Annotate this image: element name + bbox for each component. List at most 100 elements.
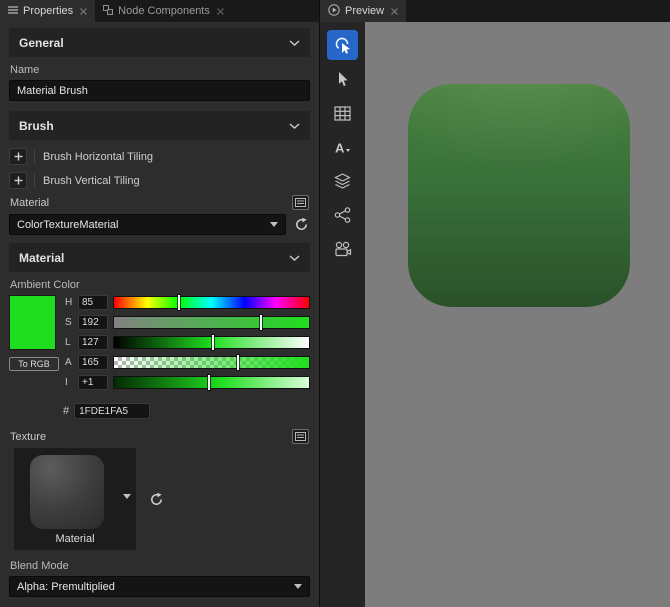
section-header-general[interactable]: General [9, 28, 310, 57]
revert-icon[interactable] [292, 216, 310, 234]
blend-mode-label: Blend Mode [10, 560, 69, 572]
intensity-value-input[interactable] [78, 375, 108, 390]
slider-marker[interactable] [260, 315, 263, 330]
hue-channel-row: H [65, 295, 310, 310]
revert-icon[interactable] [147, 490, 165, 508]
intensity-slider[interactable] [113, 375, 310, 390]
color-swatch[interactable] [9, 295, 56, 350]
divider [34, 174, 35, 187]
node-graph-icon [334, 207, 351, 223]
camera-icon [334, 241, 352, 257]
chevron-down-icon [294, 584, 302, 589]
layers-tool-button[interactable] [327, 166, 358, 196]
select-tool-button[interactable] [327, 64, 358, 94]
texture-name-label: Material [55, 533, 95, 545]
tab-node-components[interactable]: Node Components [95, 0, 232, 22]
tab-properties[interactable]: Properties [0, 0, 96, 22]
interact-tool-button[interactable] [327, 30, 358, 60]
material-dropdown-value: ColorTextureMaterial [17, 218, 119, 231]
brush-horizontal-tiling-label: Brush Horizontal Tiling [43, 150, 154, 163]
grid-icon [334, 105, 351, 121]
saturation-value-input[interactable] [78, 315, 108, 330]
hue-value-input[interactable] [78, 295, 108, 310]
svg-text:A: A [335, 140, 345, 155]
lightness-slider[interactable] [113, 335, 310, 350]
tab-properties-label: Properties [23, 5, 74, 17]
texture-label: Texture [10, 430, 47, 443]
tab-preview[interactable]: Preview [320, 0, 407, 22]
brush-horizontal-tiling-row: Brush Horizontal Tiling [9, 147, 310, 166]
hex-color-input[interactable] [74, 403, 151, 419]
section-header-material[interactable]: Material [9, 243, 310, 272]
material-dropdown[interactable]: ColorTextureMaterial [9, 214, 286, 235]
slider-marker[interactable] [178, 295, 181, 310]
open-editor-icon[interactable] [292, 429, 309, 444]
lightness-value-input[interactable] [78, 335, 108, 350]
open-editor-icon[interactable] [292, 195, 309, 210]
right-tabbar: Preview [320, 0, 670, 22]
channel-key: S [65, 317, 72, 328]
preview-pane: Preview A [320, 0, 670, 607]
interact-tool-icon [333, 35, 353, 55]
section-title: Brush [19, 118, 54, 133]
app-window: Properties Node Components General Name … [0, 0, 670, 607]
close-icon[interactable] [80, 7, 88, 15]
name-input[interactable] [9, 80, 310, 101]
alpha-value-input[interactable] [78, 355, 108, 370]
texture-thumbnail[interactable] [30, 455, 104, 529]
properties-pane: Properties Node Components General Name … [0, 0, 320, 607]
section-title: General [19, 35, 64, 50]
slider-marker[interactable] [211, 335, 214, 350]
divider [34, 150, 35, 163]
hue-slider[interactable] [113, 295, 310, 310]
saturation-slider[interactable] [113, 315, 310, 330]
ambient-color-label: Ambient Color [10, 279, 80, 291]
left-tabbar: Properties Node Components [0, 0, 319, 22]
chevron-down-icon[interactable] [123, 494, 131, 499]
node-graph-tool-button[interactable] [327, 200, 358, 230]
material-property-label: Material [10, 196, 50, 209]
layers-icon [334, 173, 351, 189]
slider-marker[interactable] [207, 375, 210, 390]
preview-toolbar: A [320, 22, 365, 607]
intensity-channel-row: I [65, 375, 310, 390]
chevron-down-icon [289, 39, 300, 46]
add-property-button[interactable] [9, 148, 27, 165]
tab-preview-label: Preview [345, 5, 385, 17]
camera-tool-button[interactable] [327, 234, 358, 264]
close-icon[interactable] [216, 7, 224, 15]
close-icon[interactable] [391, 7, 399, 15]
preview-canvas[interactable] [365, 22, 670, 607]
preview-material-brush-node[interactable] [408, 84, 630, 307]
hex-prefix-label: # [63, 405, 70, 417]
grid-tool-button[interactable] [327, 98, 358, 128]
chevron-down-icon [270, 222, 278, 227]
lightness-channel-row: L [65, 335, 310, 350]
chevron-down-icon [289, 122, 300, 129]
saturation-channel-row: S [65, 315, 310, 330]
section-header-brush[interactable]: Brush [9, 111, 310, 140]
brush-vertical-tiling-row: Brush Vertical Tiling [9, 171, 310, 190]
add-property-button[interactable] [9, 172, 27, 189]
node-components-icon [103, 4, 114, 18]
blend-mode-dropdown[interactable]: Alpha: Premultiplied [9, 576, 310, 597]
chevron-down-icon [289, 254, 300, 261]
color-editor: To RGB H S L [9, 295, 310, 395]
brush-vertical-tiling-label: Brush Vertical Tiling [43, 174, 140, 187]
text-tool-button[interactable]: A [327, 132, 358, 162]
hamburger-icon [8, 5, 18, 17]
section-title: Material [19, 250, 65, 265]
alpha-channel-row: A [65, 355, 310, 370]
blend-mode-value: Alpha: Premultiplied [17, 580, 115, 593]
to-rgb-button[interactable]: To RGB [9, 357, 59, 371]
select-arrow-icon [335, 71, 351, 87]
channel-key: I [65, 377, 68, 388]
preview-play-icon [328, 3, 340, 19]
channel-key: L [65, 337, 71, 348]
properties-panel-body: General Name Brush Brush Hori [0, 22, 319, 607]
alpha-slider[interactable] [113, 355, 310, 370]
channel-key: H [65, 297, 73, 308]
texture-picker[interactable]: Material [14, 448, 136, 550]
channel-key: A [65, 357, 72, 368]
slider-marker[interactable] [236, 355, 239, 370]
